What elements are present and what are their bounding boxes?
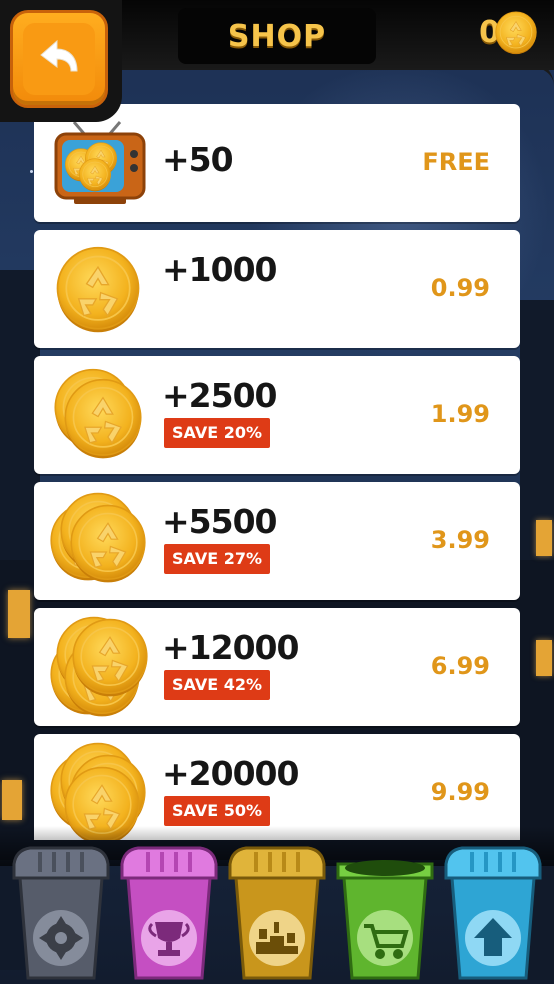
title-plate: SHOP — [178, 8, 376, 64]
leaderboard-button[interactable] — [226, 842, 328, 984]
back-button-face[interactable] — [10, 10, 108, 108]
upgrade-button[interactable] — [442, 842, 544, 984]
page-title: SHOP — [227, 18, 327, 54]
settings-button[interactable] — [10, 842, 112, 984]
achievements-button[interactable] — [118, 842, 220, 984]
back-button[interactable] — [0, 0, 122, 122]
bottom-nav[interactable] — [0, 842, 554, 984]
back-arrow-icon — [40, 39, 78, 72]
back-button-core — [23, 23, 95, 95]
shop-button[interactable] — [334, 842, 436, 984]
recycle-coin-icon — [495, 11, 537, 55]
shop-panel-frame — [0, 60, 554, 850]
coin-balance: 0 — [479, 15, 500, 50]
